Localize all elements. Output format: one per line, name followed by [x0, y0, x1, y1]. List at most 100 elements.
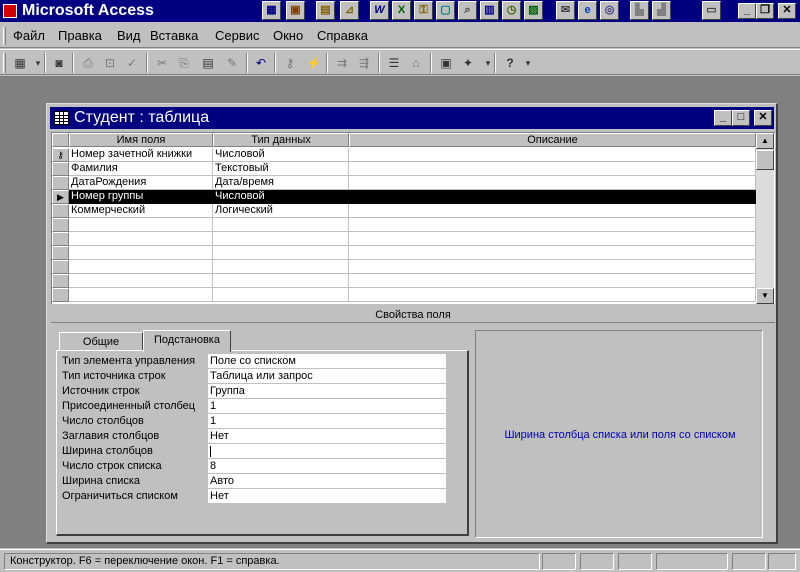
menu-grip[interactable] — [3, 27, 6, 45]
field-name-cell[interactable]: ДатаРождения — [69, 176, 213, 190]
open-icon[interactable]: ⊿ — [340, 1, 359, 20]
minimize-button[interactable]: _ — [738, 3, 756, 19]
properties-icon[interactable]: ☰ — [384, 53, 404, 73]
menu-edit[interactable]: Правка — [58, 28, 102, 43]
menu-tools[interactable]: Сервис — [215, 28, 260, 43]
data-type-cell[interactable] — [213, 260, 349, 274]
save-icon[interactable]: ◙ — [49, 53, 69, 73]
scroll-thumb[interactable] — [756, 150, 774, 170]
table-row[interactable] — [52, 260, 756, 274]
notepad-icon[interactable]: ▭ — [702, 1, 721, 20]
row-selector[interactable] — [52, 162, 69, 176]
data-type-cell[interactable] — [213, 218, 349, 232]
row-selector[interactable] — [52, 246, 69, 260]
row-selector[interactable] — [52, 274, 69, 288]
property-value[interactable]: 1 — [208, 399, 446, 413]
data-type-cell[interactable]: Текстовый — [213, 162, 349, 176]
column-header-description[interactable]: Описание — [349, 133, 756, 147]
row-selector[interactable]: ⚷ — [52, 148, 69, 162]
property-value[interactable]: Поле со списком — [208, 354, 446, 368]
menu-file[interactable]: Файл — [13, 28, 45, 43]
table-row[interactable] — [52, 288, 756, 302]
description-cell[interactable] — [349, 148, 756, 162]
description-cell[interactable] — [349, 190, 756, 204]
data-type-cell[interactable]: Логический — [213, 204, 349, 218]
copy-icon[interactable]: ⎘ — [174, 53, 194, 73]
field-name-cell[interactable] — [69, 260, 213, 274]
data-type-cell[interactable]: Числовой — [213, 148, 349, 162]
office-icon[interactable]: ▦ — [262, 1, 281, 20]
access-app-icon[interactable] — [3, 4, 17, 18]
field-name-cell[interactable]: Номер группы — [69, 190, 213, 204]
description-cell[interactable] — [349, 232, 756, 246]
mail-icon[interactable]: ✉ — [556, 1, 575, 20]
ie-icon[interactable]: e — [578, 1, 597, 20]
indexes-icon[interactable]: ⚡ — [304, 53, 324, 73]
property-value[interactable]: Нет — [208, 489, 446, 503]
table-row[interactable]: ▶ Номер группы Числовой — [52, 190, 756, 204]
word-icon[interactable]: W — [370, 1, 389, 20]
toolbar-grip[interactable] — [3, 53, 6, 73]
data-type-cell[interactable]: Дата/время — [213, 176, 349, 190]
table-row[interactable] — [52, 232, 756, 246]
primary-key-icon[interactable]: ⚷ — [280, 53, 300, 73]
property-value[interactable]: Таблица или запрос — [208, 369, 446, 383]
row-selector[interactable] — [52, 232, 69, 246]
printer2-icon[interactable]: ▟ — [652, 1, 671, 20]
data-type-cell[interactable] — [213, 246, 349, 260]
excel-icon[interactable]: X — [392, 1, 411, 20]
property-value[interactable]: Авто — [208, 474, 446, 488]
field-name-cell[interactable]: Фамилия — [69, 162, 213, 176]
data-type-cell[interactable] — [213, 232, 349, 246]
property-value[interactable]: 8 — [208, 459, 446, 473]
table-row[interactable] — [52, 218, 756, 232]
field-name-cell[interactable]: Коммерческий — [69, 204, 213, 218]
table-row[interactable]: Коммерческий Логический — [52, 204, 756, 218]
app-title-bar[interactable]: Microsoft Access ▦ ▣ ▤ ⊿ W X ⚿ ▢ ⌕ ▥ ◷ ▨… — [0, 0, 800, 22]
clock-icon[interactable]: ◷ — [502, 1, 521, 20]
table-row[interactable] — [52, 246, 756, 260]
help-dropdown-icon[interactable]: ▾ — [518, 53, 538, 73]
window-minimize-button[interactable]: _ — [714, 110, 732, 126]
window-maximize-button[interactable]: □ — [732, 110, 750, 126]
field-name-cell[interactable] — [69, 288, 213, 302]
search-icon[interactable]: ⌕ — [458, 1, 477, 20]
description-cell[interactable] — [349, 260, 756, 274]
delete-rows-icon[interactable]: ⇶ — [354, 53, 374, 73]
window-close-button[interactable]: ✕ — [754, 110, 772, 126]
view-icon[interactable]: ▦ — [10, 53, 30, 73]
menu-window[interactable]: Окно — [273, 28, 303, 43]
spell-icon[interactable]: ✓ — [122, 53, 142, 73]
description-cell[interactable] — [349, 204, 756, 218]
scroll-down-button[interactable]: ▼ — [756, 288, 774, 304]
grid-vertical-scrollbar[interactable]: ▲ ▼ — [756, 133, 774, 304]
data-type-cell[interactable] — [213, 274, 349, 288]
tab-general[interactable]: Общие — [59, 332, 143, 352]
scroll-up-button[interactable]: ▲ — [756, 133, 774, 149]
description-cell[interactable] — [349, 162, 756, 176]
build-icon[interactable]: ⌂ — [406, 53, 426, 73]
cut-icon[interactable]: ✂ — [152, 53, 172, 73]
help-icon[interactable]: ? — [500, 53, 520, 73]
column-header-name[interactable]: Имя поля — [69, 133, 213, 147]
data-type-cell[interactable] — [213, 288, 349, 302]
property-value[interactable]: Группа — [208, 384, 446, 398]
row-selector[interactable]: ▶ — [52, 190, 69, 204]
field-name-cell[interactable] — [69, 274, 213, 288]
notes-icon[interactable]: ▤ — [316, 1, 335, 20]
format-painter-icon[interactable]: ✎ — [222, 53, 242, 73]
print-icon[interactable]: ⎙ — [78, 53, 98, 73]
description-cell[interactable] — [349, 176, 756, 190]
net-icon[interactable]: ◎ — [600, 1, 619, 20]
paste-icon[interactable]: ▤ — [198, 53, 218, 73]
property-value[interactable]: Нет — [208, 429, 446, 443]
field-name-cell[interactable] — [69, 218, 213, 232]
table-row[interactable] — [52, 274, 756, 288]
table-row[interactable]: ДатаРождения Дата/время — [52, 176, 756, 190]
key-icon[interactable]: ⚿ — [414, 1, 433, 20]
window-title-bar[interactable]: Студент : таблица _ □ ✕ — [50, 107, 774, 129]
menu-help[interactable]: Справка — [317, 28, 368, 43]
property-value[interactable]: 1 — [208, 414, 446, 428]
column-header-type[interactable]: Тип данных — [213, 133, 349, 147]
tab-lookup[interactable]: Подстановка — [143, 330, 231, 352]
